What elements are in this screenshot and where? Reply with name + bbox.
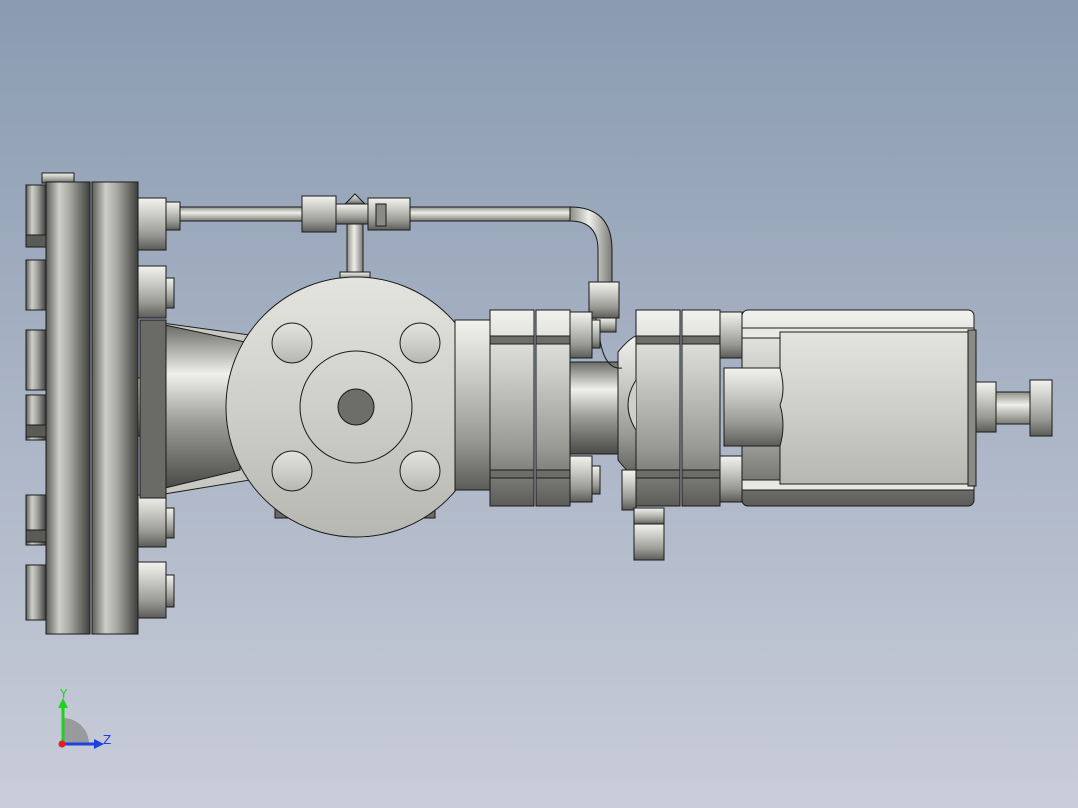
actuator[interactable] xyxy=(723,309,1053,507)
bore-hole xyxy=(337,388,375,426)
triad-quadrant xyxy=(63,718,89,744)
tube-fitting-down xyxy=(588,281,620,319)
tube-fitting-right xyxy=(367,197,411,231)
tube-fitting-left xyxy=(301,195,337,233)
valve-body[interactable] xyxy=(454,309,743,561)
actuator-stem xyxy=(975,381,997,433)
bolt-hole-br xyxy=(399,450,441,492)
bolt-hole-tr xyxy=(399,322,441,364)
z-axis-label: Z xyxy=(103,733,111,747)
flange-disc-back xyxy=(45,181,91,635)
axis-triad: Y Z xyxy=(58,687,111,749)
orifice-flange[interactable] xyxy=(225,276,487,538)
y-axis-label: Y xyxy=(59,687,68,701)
bolt-hole-bl xyxy=(271,450,313,492)
3d-viewport[interactable] xyxy=(0,0,1078,808)
drain-fitting xyxy=(633,507,665,525)
stem-nut xyxy=(1029,379,1053,437)
flange-disc-front xyxy=(91,181,139,635)
x-axis-dot xyxy=(58,740,66,748)
bolt-hole-tl xyxy=(271,322,313,364)
